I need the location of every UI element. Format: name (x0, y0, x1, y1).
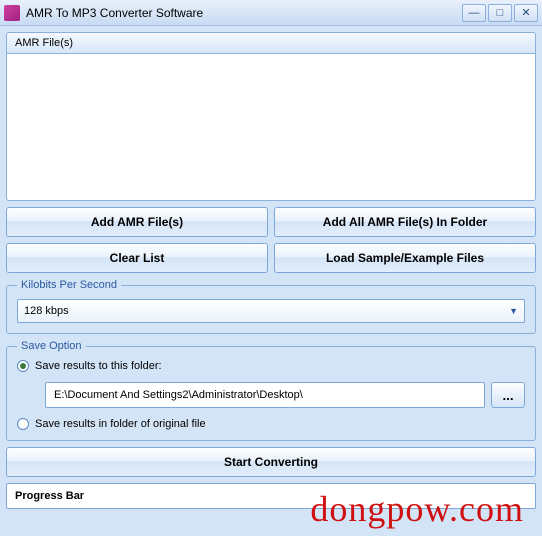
start-converting-button[interactable]: Start Converting (6, 447, 536, 477)
button-row-2: Clear List Load Sample/Example Files (6, 243, 536, 273)
kbps-fieldset: Kilobits Per Second 128 kbps ▼ (6, 279, 536, 334)
content-area: AMR File(s) Add AMR File(s) Add All AMR … (0, 26, 542, 515)
kbps-value: 128 kbps (24, 305, 69, 317)
maximize-button[interactable]: □ (488, 4, 512, 22)
minimize-button[interactable]: — (462, 4, 486, 22)
progress-label: Progress Bar (15, 490, 84, 502)
save-original-label: Save results in folder of original file (35, 418, 206, 430)
progress-bar: Progress Bar (6, 483, 536, 509)
save-original-row: Save results in folder of original file (17, 418, 525, 430)
close-button[interactable]: ✕ (514, 4, 538, 22)
file-list[interactable] (7, 54, 535, 200)
kbps-select[interactable]: 128 kbps ▼ (17, 299, 525, 323)
save-option-fieldset: Save Option Save results to this folder:… (6, 340, 536, 441)
titlebar: AMR To MP3 Converter Software — □ ✕ (0, 0, 542, 26)
file-panel-header: AMR File(s) (7, 33, 535, 54)
save-original-radio[interactable] (17, 418, 29, 430)
app-icon (4, 5, 20, 21)
file-panel: AMR File(s) (6, 32, 536, 201)
window-controls: — □ ✕ (462, 4, 538, 22)
save-to-folder-row: Save results to this folder: (17, 360, 525, 372)
clear-list-button[interactable]: Clear List (6, 243, 268, 273)
load-sample-button[interactable]: Load Sample/Example Files (274, 243, 536, 273)
chevron-down-icon: ▼ (509, 306, 518, 316)
save-to-folder-label: Save results to this folder: (35, 360, 162, 372)
folder-path-input[interactable] (45, 382, 485, 408)
save-to-folder-radio[interactable] (17, 360, 29, 372)
save-legend: Save Option (17, 340, 86, 352)
window-title: AMR To MP3 Converter Software (26, 6, 462, 20)
browse-button[interactable]: ... (491, 382, 525, 408)
kbps-legend: Kilobits Per Second (17, 279, 121, 291)
button-row-1: Add AMR File(s) Add All AMR File(s) In F… (6, 207, 536, 237)
add-files-button[interactable]: Add AMR File(s) (6, 207, 268, 237)
folder-path-row: ... (17, 382, 525, 408)
add-folder-button[interactable]: Add All AMR File(s) In Folder (274, 207, 536, 237)
